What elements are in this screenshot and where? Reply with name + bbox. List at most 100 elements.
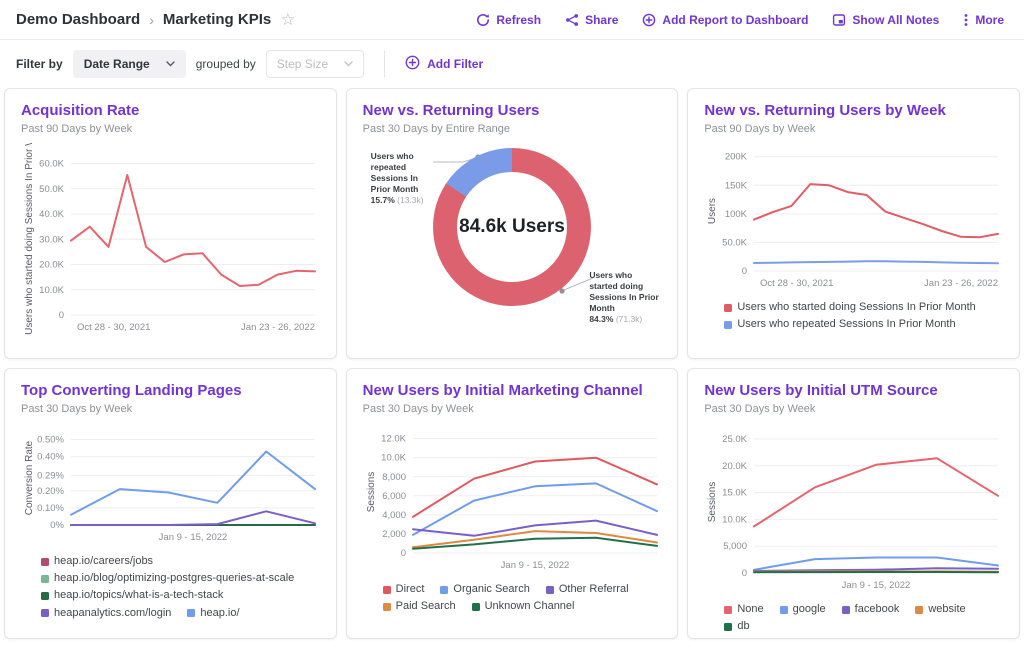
legend-item[interactable]: Direct <box>383 583 425 596</box>
grouped-by-label: grouped by <box>196 57 256 71</box>
svg-text:8,000: 8,000 <box>382 472 406 483</box>
chevron-down-icon <box>166 61 175 67</box>
report-title-link[interactable]: Acquisition Rate <box>21 102 320 119</box>
svg-text:150K: 150K <box>725 180 748 191</box>
callout-percent: 84.3% <box>589 314 613 324</box>
legend-swatch-icon <box>383 603 391 611</box>
legend-item[interactable]: website <box>915 603 965 616</box>
legend-item[interactable]: Unknown Channel <box>472 600 575 613</box>
line-chart-top-converting-landing-pages[interactable]: 0.50%0.40%0.29%0.20%0.10%0%Conversion Ra… <box>21 423 320 550</box>
legend-label: Paid Search <box>396 600 456 613</box>
report-subtitle: Past 90 Days by Week <box>704 123 1003 135</box>
legend-label: db <box>737 620 749 633</box>
report-title-link[interactable]: New Users by Initial Marketing Channel <box>363 382 662 399</box>
svg-text:12.0K: 12.0K <box>381 434 406 445</box>
line-chart-new-users-by-utm-source[interactable]: 25.0K20.0K15.0K10.0K5,0000SessionsJan 9 … <box>704 423 1003 598</box>
legend-item[interactable]: heap.io/careers/jobs <box>41 555 153 568</box>
legend-swatch-icon <box>41 592 49 600</box>
svg-text:60.0K: 60.0K <box>39 159 64 170</box>
svg-text:4,000: 4,000 <box>382 510 406 521</box>
filter-bar: Filter by Date Range grouped by Step Siz… <box>0 40 1024 88</box>
callout-count: (71.3k) <box>616 314 642 324</box>
more-button[interactable]: More <box>963 13 1004 27</box>
circle-plus-icon <box>642 13 656 27</box>
line-chart-new-vs-returning-by-week[interactable]: 200K150K100K50.0K0UsersOct 28 - 30, 2021… <box>704 143 1003 296</box>
circle-plus-icon <box>405 55 420 73</box>
svg-text:Oct 28 - 30, 2021: Oct 28 - 30, 2021 <box>77 322 150 333</box>
legend-item[interactable]: Paid Search <box>383 600 456 613</box>
svg-text:6,000: 6,000 <box>382 491 406 502</box>
breadcrumb-dashboard-link[interactable]: Demo Dashboard <box>16 11 140 28</box>
legend-item[interactable]: heap.io/blog/optimizing-postgres-queries… <box>41 572 294 585</box>
chart-legend: heap.io/careers/jobs heap.io/blog/optimiz… <box>21 555 320 620</box>
report-title-link[interactable]: New Users by Initial UTM Source <box>704 382 1003 399</box>
legend-label: Users who repeated Sessions In Prior Mon… <box>737 318 955 331</box>
svg-text:Oct 28 - 30, 2021: Oct 28 - 30, 2021 <box>760 278 833 289</box>
svg-text:0: 0 <box>742 266 747 277</box>
refresh-button[interactable]: Refresh <box>476 13 541 27</box>
legend-label: google <box>793 603 826 616</box>
legend-item[interactable]: None <box>724 603 763 616</box>
card-new-users-by-marketing-channel: New Users by Initial Marketing Channel P… <box>346 368 679 639</box>
legend-swatch-icon <box>915 606 923 614</box>
share-icon <box>565 13 579 27</box>
donut-hole: 84.6k Users <box>457 172 567 282</box>
svg-text:Jan 9 - 15, 2022: Jan 9 - 15, 2022 <box>842 580 911 591</box>
filter-bar-divider <box>384 51 385 77</box>
legend-item[interactable]: Organic Search <box>440 583 529 596</box>
chevron-down-icon <box>344 61 353 67</box>
legend-label: Organic Search <box>453 583 529 596</box>
legend-label: None <box>737 603 763 616</box>
breadcrumb-separator: › <box>149 12 154 28</box>
page-title: Marketing KPIs <box>163 11 271 28</box>
legend-label: Direct <box>396 583 425 596</box>
line-chart-acquisition-rate[interactable]: 60.0K50.0K40.0K30.0K20.0K10.0K0Users who… <box>21 143 320 340</box>
card-acquisition-rate: Acquisition Rate Past 90 Days by Week 60… <box>4 88 337 359</box>
report-title-link[interactable]: New vs. Returning Users by Week <box>704 102 1003 119</box>
donut-ring[interactable]: 84.6k Users <box>433 148 591 306</box>
svg-text:25.0K: 25.0K <box>723 434 748 445</box>
legend-item[interactable]: heapanalytics.com/login <box>41 607 171 620</box>
report-title-link[interactable]: New vs. Returning Users <box>363 102 662 119</box>
date-range-dropdown[interactable]: Date Range <box>73 50 186 78</box>
add-filter-button[interactable]: Add Filter <box>405 55 483 73</box>
share-button[interactable]: Share <box>565 13 618 27</box>
svg-text:Jan 9 - 15, 2022: Jan 9 - 15, 2022 <box>159 532 228 543</box>
favorite-star-icon[interactable]: ☆ <box>280 11 295 28</box>
legend-label: website <box>928 603 965 616</box>
svg-text:Jan 9 - 15, 2022: Jan 9 - 15, 2022 <box>500 560 569 571</box>
legend-item[interactable]: Users who repeated Sessions In Prior Mon… <box>724 318 955 331</box>
legend-swatch-icon <box>187 609 195 617</box>
svg-text:0.20%: 0.20% <box>37 486 64 497</box>
filter-by-label: Filter by <box>16 57 63 71</box>
svg-text:Users: Users <box>707 198 718 224</box>
legend-item[interactable]: google <box>780 603 826 616</box>
legend-item[interactable]: heap.io/ <box>187 607 239 620</box>
legend-label: facebook <box>855 603 900 616</box>
legend-swatch-icon <box>41 609 49 617</box>
legend-item[interactable]: heap.io/topics/what-is-a-tech-stack <box>41 589 223 602</box>
dashboard-grid: Acquisition Rate Past 90 Days by Week 60… <box>0 88 1024 639</box>
line-chart-new-users-by-marketing-channel[interactable]: 12.0K10.0K8,0006,0004,0002,0000SessionsJ… <box>363 423 662 578</box>
callout-count: (13.3k) <box>397 195 423 205</box>
legend-item[interactable]: Other Referral <box>546 583 629 596</box>
donut-center-label: 84.6k Users <box>459 216 565 238</box>
card-new-vs-returning-by-week: New vs. Returning Users by Week Past 90 … <box>687 88 1020 359</box>
legend-item[interactable]: Users who started doing Sessions In Prio… <box>724 301 975 314</box>
svg-text:0.10%: 0.10% <box>37 503 64 514</box>
add-report-button[interactable]: Add Report to Dashboard <box>642 13 808 27</box>
legend-item[interactable]: db <box>724 620 749 633</box>
svg-text:Sessions: Sessions <box>366 472 377 513</box>
legend-swatch-icon <box>724 606 732 614</box>
step-size-dropdown[interactable]: Step Size <box>266 50 364 78</box>
legend-item[interactable]: facebook <box>842 603 900 616</box>
svg-text:10.0K: 10.0K <box>39 285 64 296</box>
svg-text:5,000: 5,000 <box>724 541 748 552</box>
svg-text:Jan 23 - 26, 2022: Jan 23 - 26, 2022 <box>924 278 998 289</box>
report-title-link[interactable]: Top Converting Landing Pages <box>21 382 320 399</box>
legend-swatch-icon <box>383 586 391 594</box>
show-all-notes-button[interactable]: Show All Notes <box>832 13 939 27</box>
chart-legend: Direct Organic Search Other Referral Paid S… <box>363 583 662 613</box>
legend-label: heap.io/ <box>200 607 239 620</box>
svg-text:2,000: 2,000 <box>382 529 406 540</box>
